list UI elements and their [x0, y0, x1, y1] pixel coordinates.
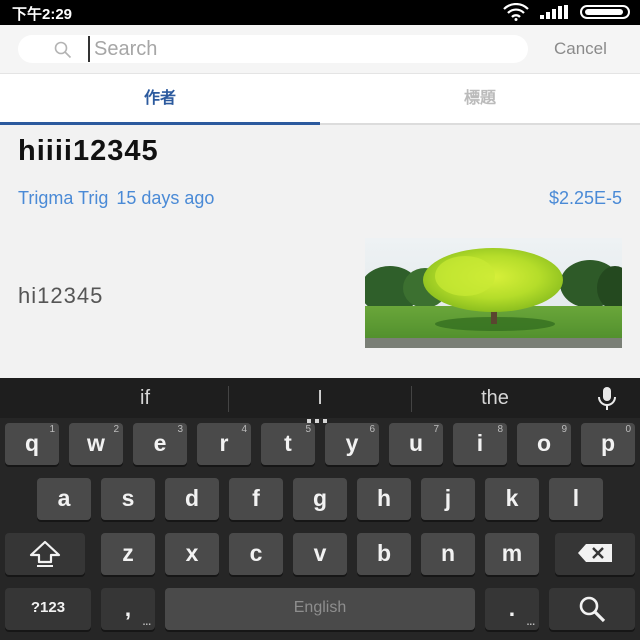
signal-icon: [540, 5, 570, 24]
search-icon: [577, 596, 607, 628]
period-key[interactable]: ....: [485, 588, 539, 630]
key-i[interactable]: i8: [453, 423, 507, 465]
key-p[interactable]: p0: [581, 423, 635, 465]
wifi-icon: [503, 2, 529, 26]
post-meta: Trigma Trig 15 days ago: [18, 188, 214, 209]
key-n[interactable]: n: [421, 533, 475, 575]
shift-icon: [28, 540, 62, 573]
microphone-icon[interactable]: [596, 386, 618, 417]
tab-title[interactable]: 標題: [320, 74, 640, 126]
key-y[interactable]: y6: [325, 423, 379, 465]
search-bar: Cancel: [0, 25, 640, 73]
key-j[interactable]: j: [421, 478, 475, 520]
search-box[interactable]: [18, 35, 528, 63]
key-k[interactable]: k: [485, 478, 539, 520]
post-author[interactable]: Trigma Trig: [18, 188, 108, 208]
post-title: hiiii12345: [18, 135, 159, 167]
search-icon: [54, 41, 72, 59]
key-g[interactable]: g: [293, 478, 347, 520]
suggestion-bar: if I the: [0, 378, 640, 423]
key-t[interactable]: t5: [261, 423, 315, 465]
post-time: 15 days ago: [116, 188, 215, 208]
shift-key[interactable]: [5, 533, 85, 575]
backspace-key[interactable]: [555, 533, 635, 575]
key-r[interactable]: r4: [197, 423, 251, 465]
key-f[interactable]: f: [229, 478, 283, 520]
tab-bar: 作者 標題: [0, 73, 640, 126]
key-q[interactable]: q1: [5, 423, 59, 465]
key-c[interactable]: c: [229, 533, 283, 575]
key-b[interactable]: b: [357, 533, 411, 575]
key-v[interactable]: v: [293, 533, 347, 575]
post-excerpt: hi12345: [18, 283, 104, 308]
status-bar: 下午2:29: [0, 0, 640, 25]
status-time: 下午2:29: [12, 6, 73, 23]
key-a[interactable]: a: [37, 478, 91, 520]
post-price: $2.25E-5: [548, 188, 622, 208]
suggestion-divider: [228, 386, 229, 412]
key-o[interactable]: o9: [517, 423, 571, 465]
post-thumbnail[interactable]: [365, 238, 622, 348]
battery-icon: [580, 5, 630, 19]
search-input[interactable]: [88, 36, 508, 62]
key-w[interactable]: w2: [69, 423, 123, 465]
key-u[interactable]: u7: [389, 423, 443, 465]
backspace-icon: [577, 542, 613, 568]
key-e[interactable]: e3: [133, 423, 187, 465]
tab-author[interactable]: 作者: [0, 74, 320, 126]
soft-keyboard: if I the q1 w2 e3 r4 t5 y6 u7 i8 o9 p0 a…: [0, 378, 640, 640]
comma-key[interactable]: ,...: [101, 588, 155, 630]
key-d[interactable]: d: [165, 478, 219, 520]
key-s[interactable]: s: [101, 478, 155, 520]
suggestion-left[interactable]: if: [55, 378, 235, 418]
search-key[interactable]: [549, 588, 635, 630]
post-card[interactable]: hiiii12345 Trigma Trig 15 days ago $2.25E…: [0, 125, 640, 378]
key-z[interactable]: z: [101, 533, 155, 575]
symbols-key[interactable]: ?123: [5, 588, 91, 630]
key-x[interactable]: x: [165, 533, 219, 575]
key-m[interactable]: m: [485, 533, 539, 575]
suggestion-right[interactable]: the: [405, 378, 585, 418]
key-l[interactable]: l: [549, 478, 603, 520]
key-h[interactable]: h: [357, 478, 411, 520]
cancel-button[interactable]: Cancel: [554, 39, 607, 59]
space-key[interactable]: English: [165, 588, 475, 630]
more-suggestions-indicator: [307, 410, 331, 423]
